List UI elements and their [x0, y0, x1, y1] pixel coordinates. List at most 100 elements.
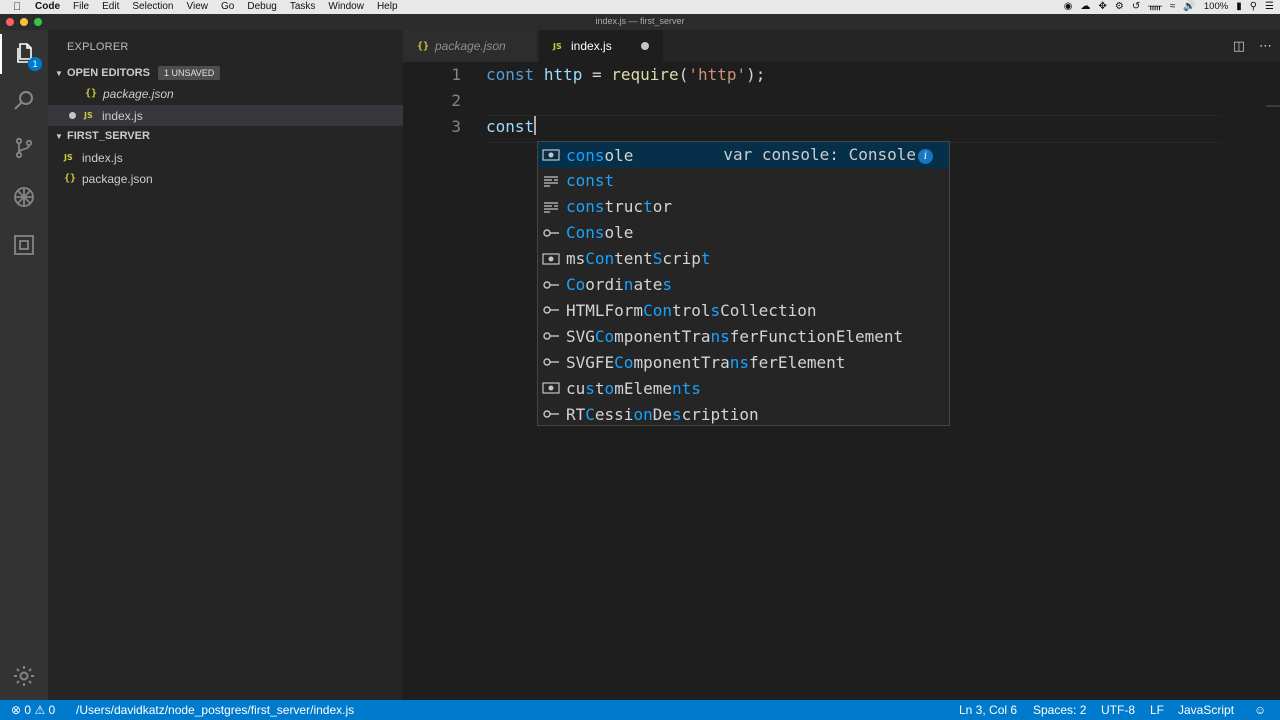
move-icon[interactable]: ✥ — [1098, 0, 1106, 14]
match-highlight: s — [710, 300, 721, 320]
menu-tasks[interactable]: Tasks — [290, 0, 316, 14]
encoding[interactable]: UTF-8 — [1101, 700, 1135, 720]
tab-package-json[interactable]: {} package.json — [403, 30, 537, 62]
cursor-position[interactable]: Ln 3, Col 6 — [959, 700, 1017, 720]
bluetooth-icon[interactable]: ᚅ — [1148, 0, 1162, 14]
menu-view[interactable]: View — [187, 0, 209, 14]
match-highlight: ns — [729, 352, 750, 372]
extensions-icon[interactable] — [0, 225, 48, 265]
menu-debug[interactable]: Debug — [247, 0, 276, 14]
manage-gear-icon[interactable] — [0, 656, 48, 696]
variable-kind-icon — [542, 252, 560, 266]
menu-edit[interactable]: Edit — [102, 0, 119, 14]
chevron-down-icon: ▼ — [55, 68, 63, 78]
suggestion-item[interactable]: RTCessionDescription — [538, 401, 949, 427]
debug-icon[interactable] — [0, 177, 48, 217]
menu-help[interactable]: Help — [377, 0, 398, 14]
tab-index-js[interactable]: JS index.js — [539, 30, 663, 62]
apple-logo-icon[interactable]:  — [13, 0, 25, 14]
keyword-kind-icon — [542, 200, 560, 214]
code-token: ); — [746, 65, 766, 84]
editor-scrollbar[interactable] — [1266, 62, 1280, 700]
wifi-icon[interactable]: ≈ — [1170, 0, 1176, 14]
open-editor-item-index-js[interactable]: JS index.js — [48, 105, 403, 126]
menu-app-code[interactable]: Code — [35, 0, 60, 14]
unsaved-dot-icon[interactable] — [69, 112, 76, 119]
problems-indicator[interactable]: ⊗ 0 ⚠ 0 — [11, 700, 55, 720]
suggestion-label: Coordinates — [566, 275, 672, 294]
suggestion-item[interactable]: Console — [538, 220, 949, 246]
suggestion-label: constructor — [566, 197, 672, 216]
menu-file[interactable]: File — [73, 0, 89, 14]
label-text: mponentTra — [633, 352, 730, 372]
unsaved-dot-icon[interactable] — [641, 42, 649, 50]
menu-window[interactable]: Window — [328, 0, 364, 14]
label-text: De — [652, 404, 672, 424]
suggestion-label: SVGComponentTransferFunctionElement — [566, 327, 903, 346]
feedback-smiley-icon[interactable]: ☺ — [1254, 700, 1266, 720]
suggestion-item[interactable]: const — [538, 168, 949, 194]
suggestion-detail: var console: Console i — [723, 142, 933, 168]
code-token: = — [582, 65, 612, 84]
detail-text: var console: Console — [723, 145, 916, 164]
suggestion-label: Console — [566, 223, 633, 242]
menu-bar-tray: ◉ ☁ ✥ ⚙ ↺ ᚅ ≈ 🔊 100% ▮ ⚲ ☰ — [1056, 0, 1280, 14]
file-path: /Users/davidkatz/node_postgres/first_ser… — [76, 703, 355, 717]
file-item-index-js[interactable]: JS index.js — [48, 147, 403, 168]
battery-icon[interactable]: ▮ — [1236, 0, 1242, 14]
status-bar: ⊗ 0 ⚠ 0 /Users/davidkatz/node_postgres/f… — [0, 700, 1280, 720]
code-line[interactable]: 3 const — [403, 114, 1223, 140]
label-text: SVGFE — [566, 352, 615, 372]
time-machine-icon[interactable]: ↺ — [1132, 0, 1140, 14]
file-label: index.js — [82, 150, 123, 165]
code-line[interactable]: 2 — [403, 88, 1223, 114]
suggestion-item[interactable]: console var console: Console i — [538, 142, 949, 168]
record-icon[interactable]: ◉ — [1064, 0, 1073, 14]
interface-kind-icon — [542, 226, 560, 240]
line-ending[interactable]: LF — [1150, 700, 1164, 720]
open-editor-label: index.js — [102, 108, 143, 123]
suggestion-item[interactable]: HTMLFormControlsCollection — [538, 297, 949, 323]
explorer-files-icon[interactable]: 1 — [0, 34, 48, 74]
label-text: cription — [681, 404, 759, 424]
settings-icon[interactable]: ⚙ — [1115, 0, 1124, 14]
suggestion-item[interactable]: constructor — [538, 194, 949, 220]
indentation[interactable]: Spaces: 2 — [1033, 700, 1086, 720]
folder-section-first-server[interactable]: ▼ FIRST_SERVER — [48, 125, 403, 147]
label-text: truc — [604, 197, 644, 217]
menu-selection[interactable]: Selection — [132, 0, 173, 14]
suggestion-item[interactable]: SVGFEComponentTransferElement — [538, 349, 949, 375]
file-item-package-json[interactable]: {} package.json — [48, 168, 403, 189]
error-count: 0 — [24, 703, 32, 717]
tab-label: package.json — [435, 39, 506, 53]
open-editors-section[interactable]: ▼ OPEN EDITORS 1 UNSAVED — [48, 62, 403, 84]
suggestion-item[interactable]: customElements — [538, 375, 949, 401]
code-line[interactable]: 1 const http = require('http'); — [403, 62, 1223, 88]
suggestion-item[interactable]: SVGComponentTransferFunctionElement — [538, 323, 949, 349]
unsaved-badge: 1 UNSAVED — [157, 66, 221, 80]
json-file-icon: {} — [64, 173, 77, 184]
match-highlight: on — [633, 404, 653, 424]
volume-icon[interactable]: 🔊 — [1183, 0, 1195, 14]
suggestion-item[interactable]: msContentScript — [538, 246, 949, 272]
split-editor-icon[interactable]: ◫ — [1233, 38, 1245, 54]
label-text: ate — [633, 275, 663, 294]
code-content: const http = require('http'); — [486, 62, 765, 88]
editor-tab-bar: {} package.json JS index.js ◫ ⋯ — [403, 30, 1280, 62]
menu-go[interactable]: Go — [221, 0, 234, 14]
open-editor-item-package-json[interactable]: {} package.json — [48, 83, 403, 104]
autocomplete-suggest-widget: console var console: Console i const constru… — [537, 141, 950, 426]
interface-kind-icon — [542, 407, 560, 421]
explorer-sidebar: EXPLORER ▼ OPEN EDITORS 1 UNSAVED {} pac… — [48, 30, 403, 700]
notification-center-icon[interactable]: ☰ — [1265, 0, 1274, 14]
info-icon[interactable]: i — [918, 149, 933, 164]
cloud-icon[interactable]: ☁ — [1080, 0, 1090, 14]
label-text: Collection — [720, 300, 817, 320]
more-actions-icon[interactable]: ⋯ — [1259, 38, 1272, 54]
suggestion-item[interactable]: Coordinates — [538, 272, 949, 298]
search-icon[interactable]: ⚲ — [1250, 0, 1257, 14]
source-control-icon[interactable] — [0, 128, 48, 168]
match-highlight: Cons — [566, 223, 605, 243]
search-view-icon[interactable] — [0, 80, 48, 120]
language-mode[interactable]: JavaScript — [1178, 700, 1234, 720]
